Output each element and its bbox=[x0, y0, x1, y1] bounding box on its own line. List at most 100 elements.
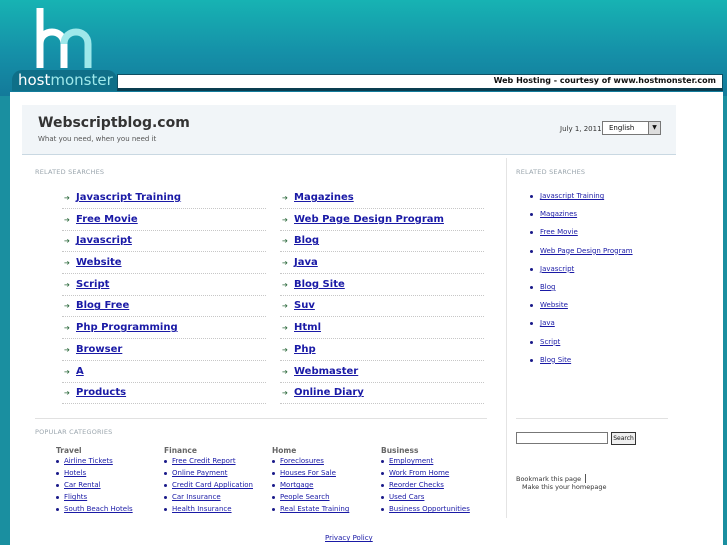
related-search-link[interactable]: Web Page Design Program bbox=[294, 214, 444, 225]
popular-category-column: Business Employment Work From Home Reorder … bbox=[381, 446, 491, 517]
popular-category-item: Car Rental bbox=[56, 481, 166, 493]
bullet-icon bbox=[530, 340, 533, 344]
related-search-link[interactable]: Products bbox=[76, 387, 126, 398]
privacy-policy-link[interactable]: Privacy Policy bbox=[325, 534, 373, 542]
popular-category-title: Home bbox=[272, 446, 297, 455]
popular-category-link[interactable]: Online Payment bbox=[172, 469, 227, 477]
bullet-icon bbox=[164, 472, 167, 476]
sidebar-related-link[interactable]: Free Movie bbox=[540, 228, 578, 236]
related-search-item: ➔ Suv bbox=[280, 298, 484, 318]
arrow-right-icon: ➔ bbox=[64, 215, 70, 224]
arrow-right-icon: ➔ bbox=[64, 302, 70, 311]
hostmonster-logo-text[interactable]: hostmonster bbox=[12, 70, 117, 91]
language-value: English bbox=[609, 124, 635, 132]
related-search-link[interactable]: Script bbox=[76, 279, 109, 290]
popular-category-link[interactable]: Flights bbox=[64, 493, 87, 501]
related-search-link[interactable]: Blog Free bbox=[76, 300, 129, 311]
sidebar-related-link[interactable]: Java bbox=[540, 319, 555, 327]
popular-category-link[interactable]: Mortgage bbox=[280, 481, 313, 489]
popular-category-link[interactable]: Health Insurance bbox=[172, 505, 232, 513]
arrow-right-icon: ➔ bbox=[64, 259, 70, 268]
bullet-icon bbox=[164, 460, 167, 463]
arrow-right-icon: ➔ bbox=[64, 237, 70, 246]
popular-category-link[interactable]: Airline Tickets bbox=[64, 457, 113, 465]
sidebar-related-link[interactable]: Script bbox=[540, 338, 560, 346]
popular-category-item: Airline Tickets bbox=[56, 457, 166, 469]
sidebar-related-link[interactable]: Web Page Design Program bbox=[540, 247, 633, 255]
popular-category-item: Health Insurance bbox=[164, 505, 274, 517]
related-row: ➔ Javascript Training ➔ Magazines bbox=[62, 190, 486, 212]
bullet-icon bbox=[56, 484, 59, 488]
homepage-link[interactable]: Make this your homepage bbox=[522, 483, 606, 491]
related-search-link[interactable]: Blog bbox=[294, 235, 319, 246]
bullet-icon bbox=[56, 460, 59, 463]
related-search-item: ➔ Javascript bbox=[62, 233, 266, 253]
bullet-icon bbox=[272, 460, 275, 463]
popular-category-link[interactable]: Work From Home bbox=[389, 469, 449, 477]
related-search-link[interactable]: Java bbox=[294, 257, 318, 268]
popular-category-link[interactable]: Employment bbox=[389, 457, 433, 465]
sidebar-related-link[interactable]: Magazines bbox=[540, 210, 577, 218]
related-search-link[interactable]: Website bbox=[76, 257, 122, 268]
bullet-icon bbox=[272, 496, 275, 500]
related-row: ➔ Script ➔ Blog Site bbox=[62, 277, 486, 299]
popular-category-link[interactable]: South Beach Hotels bbox=[64, 505, 133, 513]
hosting-courtesy-bar: Web Hosting - courtesy of www.hostmonste… bbox=[117, 74, 723, 91]
related-search-link[interactable]: Browser bbox=[76, 344, 122, 355]
popular-category-link[interactable]: Foreclosures bbox=[280, 457, 324, 465]
related-row: ➔ Products ➔ Online Diary bbox=[62, 385, 486, 407]
popular-category-link[interactable]: Business Opportunities bbox=[389, 505, 470, 513]
related-row: ➔ A ➔ Webmaster bbox=[62, 364, 486, 386]
sidebar-related-link[interactable]: Blog bbox=[540, 283, 555, 291]
search-input[interactable] bbox=[516, 432, 608, 444]
related-search-item: ➔ Magazines bbox=[280, 190, 484, 209]
related-search-item: ➔ Web Page Design Program bbox=[280, 212, 484, 231]
popular-category-item: Used Cars bbox=[381, 493, 491, 505]
sidebar-related-link[interactable]: Blog Site bbox=[540, 356, 571, 364]
related-search-link[interactable]: Blog Site bbox=[294, 279, 345, 290]
related-search-link[interactable]: Free Movie bbox=[76, 214, 138, 225]
popular-category-item: Employment bbox=[381, 457, 491, 469]
language-select[interactable]: English ▼ bbox=[602, 121, 661, 135]
popular-category-link[interactable]: Reorder Checks bbox=[389, 481, 444, 489]
popular-category-link[interactable]: Houses For Sale bbox=[280, 469, 336, 477]
popular-category-item: Work From Home bbox=[381, 469, 491, 481]
bullet-icon bbox=[272, 472, 275, 476]
sidebar-related-link[interactable]: Javascript bbox=[540, 265, 574, 273]
related-search-link[interactable]: Suv bbox=[294, 300, 315, 311]
related-search-link[interactable]: Php Programming bbox=[76, 322, 178, 333]
related-search-link[interactable]: A bbox=[76, 366, 84, 377]
bullet-icon bbox=[381, 496, 384, 500]
sidebar-related-link[interactable]: Website bbox=[540, 301, 568, 309]
related-search-link[interactable]: Php bbox=[294, 344, 316, 355]
related-search-link[interactable]: Magazines bbox=[294, 192, 354, 203]
dropdown-arrow-icon[interactable]: ▼ bbox=[648, 122, 660, 134]
popular-category-link[interactable]: People Search bbox=[280, 493, 330, 501]
arrow-right-icon: ➔ bbox=[282, 215, 288, 224]
related-search-link[interactable]: Online Diary bbox=[294, 387, 364, 398]
bullet-icon bbox=[164, 496, 167, 500]
related-search-item: ➔ Products bbox=[62, 385, 266, 405]
related-row: ➔ Website ➔ Java bbox=[62, 255, 486, 277]
popular-category-link[interactable]: Free Credit Report bbox=[172, 457, 236, 465]
popular-category-link[interactable]: Car Rental bbox=[64, 481, 101, 489]
bookmark-link[interactable]: Bookmark this page bbox=[516, 474, 587, 483]
bullet-icon bbox=[56, 472, 59, 476]
sidebar-related-link[interactable]: Javascript Training bbox=[540, 192, 604, 200]
popular-category-item: Credit Card Application bbox=[164, 481, 274, 493]
bullet-icon bbox=[164, 508, 167, 512]
search-button[interactable]: Search bbox=[611, 432, 636, 445]
popular-category-link[interactable]: Car Insurance bbox=[172, 493, 221, 501]
related-search-link[interactable]: Javascript bbox=[76, 235, 132, 246]
popular-category-link[interactable]: Hotels bbox=[64, 469, 86, 477]
site-tagline: What you need, when you need it bbox=[38, 135, 157, 143]
related-search-link[interactable]: Javascript Training bbox=[76, 192, 181, 203]
related-search-link[interactable]: Webmaster bbox=[294, 366, 358, 377]
popular-category-item: Houses For Sale bbox=[272, 469, 382, 481]
related-search-item: ➔ Java bbox=[280, 255, 484, 275]
popular-category-title: Travel bbox=[56, 446, 82, 455]
popular-category-link[interactable]: Used Cars bbox=[389, 493, 424, 501]
related-search-link[interactable]: Html bbox=[294, 322, 321, 333]
popular-category-link[interactable]: Credit Card Application bbox=[172, 481, 253, 489]
popular-category-link[interactable]: Real Estate Training bbox=[280, 505, 349, 513]
